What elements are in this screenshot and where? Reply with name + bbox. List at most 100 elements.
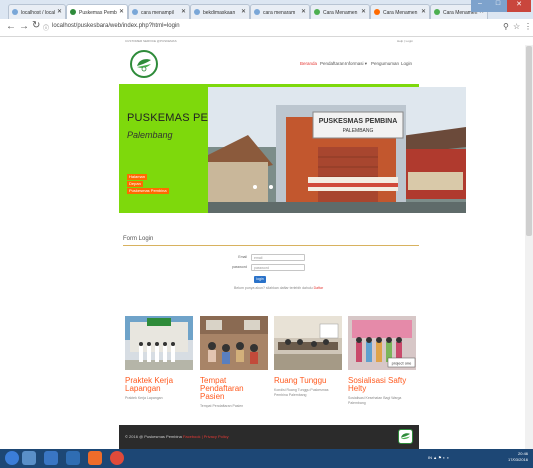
card-desc: Praktek Kerja Lapangan: [125, 396, 163, 400]
sign-text-line1: PUSKESMAS PEMBINA: [319, 118, 398, 125]
url-field[interactable]: localhost/puskesbara/web/index.php?html=…: [52, 23, 180, 29]
info-icon: ⓘ: [43, 26, 50, 32]
browser-tab[interactable]: cara menampil ✕: [128, 4, 190, 19]
page-scrollbar[interactable]: [525, 45, 533, 449]
card-badge: project one: [392, 361, 413, 366]
browser-tab[interactable]: localhost / local ✕: [8, 4, 66, 19]
hero-banner: PUSKEMAS PEMBINA Palembang Halaman Depan…: [119, 84, 466, 213]
card-image: [200, 316, 268, 370]
tab-favicon-icon: [314, 9, 320, 15]
taskbar-clock[interactable]: 20:46 17/03/2016: [508, 451, 528, 463]
top-help-links[interactable]: Help | Login: [397, 39, 413, 43]
tab-close-icon[interactable]: ✕: [119, 8, 124, 15]
forward-icon[interactable]: →: [19, 21, 29, 32]
nav-item-beranda[interactable]: Beranda: [300, 61, 317, 66]
footer-logo: [398, 429, 413, 444]
card-image: [274, 316, 342, 370]
card-image: project one: [348, 316, 416, 370]
browser-tab[interactable]: bekdimaskaan ✕: [190, 4, 250, 19]
maximize-icon[interactable]: □: [489, 0, 507, 12]
back-icon[interactable]: ←: [6, 21, 16, 32]
card-desc: Sosialisasi Kesehatan Bagi Warga Palemba…: [348, 396, 402, 405]
card-desc: Kondisi Ruang Tunggu Puskesmas Pembina P…: [274, 388, 329, 397]
tab-favicon-icon: [132, 9, 138, 15]
browser-tab[interactable]: Cara Menamen ✕: [370, 4, 430, 19]
window-controls: – □ ✕: [471, 0, 531, 12]
reload-icon[interactable]: ↻: [32, 20, 40, 31]
footer-links[interactable]: Facebook | Privacy Policy: [183, 434, 229, 439]
hero-building-photo: PUSKESMAS PEMBINA PALEMBANG: [208, 87, 466, 213]
browser-tab[interactable]: Cara Menamen ✕: [310, 4, 370, 19]
sign-text-line2: PALEMBANG: [343, 128, 374, 134]
tab-close-icon[interactable]: ✕: [361, 8, 366, 15]
hero-link[interactable]: Halaman: [127, 174, 148, 180]
card-title[interactable]: Ruang Tunggu: [274, 377, 342, 385]
email-label: Email: [238, 255, 247, 259]
hero-link[interactable]: Puskesmas Pembina: [127, 188, 169, 194]
gallery-card[interactable]: Tempat Pendaftaran Pasien Tempat Pendaft…: [200, 316, 268, 409]
tab-favicon-icon: [12, 9, 18, 15]
hero-breadcrumb: Halaman Depan Puskesmas Pembina: [127, 174, 169, 195]
tab-close-icon[interactable]: ✕: [241, 8, 246, 15]
bookmark-star-icon[interactable]: ☆: [513, 22, 520, 31]
password-field[interactable]: password: [251, 264, 305, 271]
browser-tab[interactable]: cara menaram ✕: [250, 4, 310, 19]
gallery-card[interactable]: Praktek Kerja Lapangan Praktek Kerja Lap…: [125, 316, 193, 401]
tab-favicon-icon: [194, 9, 200, 15]
browser-tab-bar: localhost / local ✕ Puskemas Pemb ✕ cara m…: [0, 0, 533, 19]
taskbar-app-icon[interactable]: [44, 451, 58, 465]
zoom-icon[interactable]: ⚲: [503, 22, 509, 31]
tab-close-icon[interactable]: ✕: [181, 8, 186, 15]
tab-close-icon[interactable]: ✕: [421, 8, 426, 15]
card-title[interactable]: Praktek Kerja Lapangan: [125, 377, 193, 393]
nav-item-pendaftaran[interactable]: Pendaftaran: [320, 61, 345, 66]
tab-favicon-icon: [374, 9, 380, 15]
site-top-strip: CUSTOMER SERVICE @PUSKEMAS Help | Login: [119, 37, 419, 45]
password-label: password: [232, 265, 247, 269]
card-title[interactable]: Sosialisasi Safty Helty: [348, 377, 416, 393]
login-divider: [123, 245, 419, 246]
register-text: Belum punya akun? silahkan daftar terleb…: [234, 286, 313, 290]
window-close-icon[interactable]: ✕: [507, 0, 531, 12]
tab-favicon-icon: [434, 9, 440, 15]
minimize-icon[interactable]: –: [471, 0, 489, 12]
gallery-card[interactable]: Ruang Tunggu Kondisi Ruang Tunggu Puskes…: [274, 316, 342, 398]
gallery-cards: Praktek Kerja Lapangan Praktek Kerja Lap…: [119, 316, 419, 416]
menu-dots-icon[interactable]: ⋮: [524, 22, 532, 31]
hero-subtitle: Palembang: [127, 130, 173, 140]
site-footer: © 2016 @ Puskesmas Pembina Facebook | Pr…: [119, 425, 419, 449]
card-image: [125, 316, 193, 370]
xampp-icon[interactable]: [88, 451, 102, 465]
start-button-icon[interactable]: [5, 451, 19, 465]
windows-taskbar: IN ▲ ⚑ ◐ ◑ 20:46 17/03/2016: [0, 449, 533, 468]
gallery-card[interactable]: project one Sosialisasi Safty Helty Sosi…: [348, 316, 416, 406]
footer-copyright: © 2016 @ Puskesmas Pembina Facebook | Pr…: [125, 434, 229, 439]
scrollbar-thumb[interactable]: [526, 46, 532, 236]
address-bar: ← → ↻ ⓘ localhost/puskesbara/web/index.p…: [0, 19, 533, 37]
tab-close-icon[interactable]: ✕: [57, 8, 62, 15]
leaf-logo-icon: [137, 59, 151, 72]
taskbar-app-icon[interactable]: [66, 451, 80, 465]
hero-link[interactable]: Depan: [127, 181, 143, 187]
nav-item-pengumuman[interactable]: Pengumuman: [371, 61, 399, 66]
register-link[interactable]: Daftar: [314, 286, 324, 290]
login-section: Form Login Email email password password…: [119, 233, 419, 303]
card-title[interactable]: Tempat Pendaftaran Pasien: [200, 377, 268, 401]
explorer-icon[interactable]: [22, 451, 36, 465]
login-button[interactable]: login: [254, 276, 266, 283]
register-prompt: Belum punya akun? silahkan daftar terleb…: [234, 286, 323, 290]
card-desc: Tempat Pendaftaran Pasien: [200, 404, 244, 408]
tab-close-icon[interactable]: ✕: [301, 8, 306, 15]
tab-favicon-icon: [70, 9, 76, 15]
browser-tab-active[interactable]: Puskemas Pemb ✕: [66, 4, 128, 19]
system-tray-icons[interactable]: IN ▲ ⚑ ◐ ◑: [428, 455, 449, 460]
site-header: Beranda Pendaftaran Informasi ▾ Pengumum…: [119, 46, 419, 84]
login-title: Form Login: [123, 236, 154, 242]
email-field[interactable]: email: [251, 254, 305, 261]
nav-item-informasi[interactable]: Informasi ▾: [345, 61, 367, 67]
nav-item-login[interactable]: Login: [401, 61, 412, 66]
chrome-icon[interactable]: [110, 451, 124, 465]
top-contact-text: CUSTOMER SERVICE @PUSKEMAS: [125, 39, 177, 43]
site-logo[interactable]: [130, 50, 158, 78]
tab-favicon-icon: [254, 9, 260, 15]
